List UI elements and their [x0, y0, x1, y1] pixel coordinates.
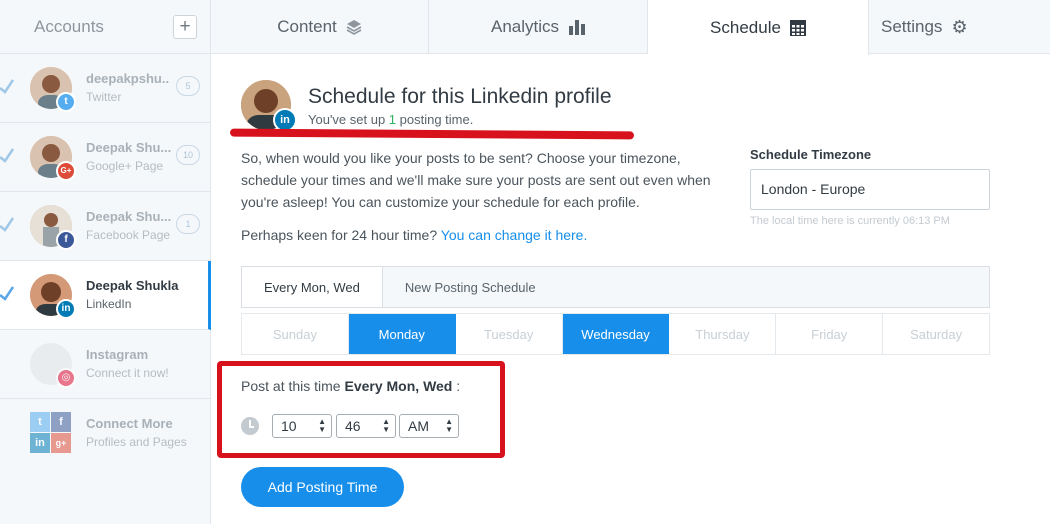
hour-select[interactable]: 10 ▲ ▼	[272, 414, 332, 438]
account-type: LinkedIn	[86, 297, 132, 311]
summary-suffix: posting time.	[396, 112, 474, 127]
google-plus-icon: g+	[51, 433, 71, 453]
queue-count-badge: 10	[176, 145, 200, 165]
tab-label: Content	[277, 17, 337, 36]
page-title: Schedule for this Linkedin profile	[308, 85, 612, 108]
tab-analytics[interactable]: Analytics	[429, 0, 648, 54]
account-name: Deepak Shukla	[86, 278, 179, 293]
account-item-facebook[interactable]: f Deepak Shu... Facebook Page 1	[0, 192, 210, 261]
facebook-icon: f	[51, 412, 71, 432]
day-saturday[interactable]: Saturday	[883, 314, 989, 354]
account-item-instagram[interactable]: ◎ Instagram Connect it now!	[0, 330, 210, 399]
add-posting-time-button[interactable]: Add Posting Time	[241, 467, 404, 507]
stepper-arrows-icon: ▲ ▼	[382, 417, 390, 434]
day-sunday[interactable]: Sunday	[242, 314, 349, 354]
queue-count-badge: 1	[176, 214, 200, 234]
connect-more-item[interactable]: t f in g+ Connect More Profiles and Page…	[0, 399, 210, 468]
change-time-format-link[interactable]: You can change it here.	[441, 227, 588, 243]
accounts-sidebar: Accounts + t deepakpshu.. Twitter 5 G+ D…	[0, 0, 211, 524]
app: Accounts + t deepakpshu.. Twitter 5 G+ D…	[0, 0, 1050, 524]
day-wednesday[interactable]: Wednesday	[562, 314, 670, 354]
tab-settings[interactable]: Settings ⚙	[869, 0, 1050, 54]
tab-label: Analytics	[490, 17, 560, 36]
posting-times-count: 1	[388, 112, 397, 127]
account-type: Google+ Page	[86, 159, 164, 173]
layers-icon	[346, 20, 362, 35]
post-schedule-name: Every Mon, Wed	[344, 378, 453, 394]
minute-value: 46	[345, 418, 361, 434]
add-account-button[interactable]: +	[173, 15, 197, 39]
sidebar-title: Accounts	[34, 16, 104, 36]
tab-label: Schedule	[710, 17, 781, 37]
queue-count-badge: 5	[176, 76, 200, 96]
account-item-google-plus[interactable]: G+ Deepak Shu... Google+ Page 10	[0, 123, 210, 192]
account-name: Instagram	[86, 347, 149, 362]
day-tuesday[interactable]: Tuesday	[456, 314, 563, 354]
schedule-tab-new[interactable]: New Posting Schedule	[383, 267, 558, 307]
stepper-arrows-icon: ▲ ▼	[445, 417, 453, 434]
account-name: Deepak Shu...	[86, 209, 172, 224]
schedule-tab-every-mon-wed[interactable]: Every Mon, Wed	[242, 267, 383, 307]
gear-icon: ⚙	[951, 16, 968, 37]
social-networks-icon: t f in g+	[30, 412, 72, 454]
hint-text: Perhaps keen for 24 hour time?	[241, 227, 441, 243]
tab-label: Settings	[881, 17, 943, 36]
schedule-tabs: Every Mon, Wed New Posting Schedule	[241, 266, 990, 308]
post-suffix: :	[452, 378, 461, 394]
check-icon	[0, 148, 14, 163]
check-icon	[0, 286, 14, 301]
day-thursday[interactable]: Thursday	[669, 314, 777, 354]
bar-chart-icon	[569, 20, 586, 35]
local-time-note: The local time here is currently 06:13 P…	[750, 215, 950, 227]
linkedin-icon: in	[56, 299, 76, 319]
day-selector: Sunday Monday Tuesday Wednesday Thursday…	[241, 313, 990, 355]
account-type: Connect it now!	[86, 366, 169, 380]
calendar-icon	[789, 19, 806, 36]
schedule-intro-text: So, when would you like your posts to be…	[241, 150, 711, 210]
google-plus-icon: G+	[56, 161, 76, 181]
account-name: Deepak Shu...	[86, 140, 172, 155]
account-item-twitter[interactable]: t deepakpshu.. Twitter 5	[0, 54, 210, 123]
account-name: deepakpshu..	[86, 71, 170, 86]
account-type: Twitter	[86, 90, 122, 104]
check-icon	[0, 217, 14, 232]
sidebar-header: Accounts +	[0, 0, 210, 54]
tab-content[interactable]: Content	[211, 0, 429, 54]
minute-select[interactable]: 46 ▲ ▼	[336, 414, 396, 438]
day-monday[interactable]: Monday	[348, 314, 456, 354]
account-type: Facebook Page	[86, 228, 171, 242]
annotation-box	[217, 361, 505, 458]
annotation-underline	[229, 128, 635, 140]
hour-value: 10	[281, 418, 297, 434]
account-item-linkedin[interactable]: in Deepak Shukla LinkedIn	[0, 261, 211, 330]
timezone-input[interactable]: London - Europe	[750, 169, 990, 210]
main-tabs: Content Analytics Schedule Settings ⚙	[211, 0, 1050, 55]
day-friday[interactable]: Friday	[776, 314, 884, 354]
check-icon	[0, 79, 14, 94]
facebook-icon: f	[56, 230, 76, 250]
timezone-label: Schedule Timezone	[750, 147, 872, 162]
linkedin-icon: in	[30, 433, 50, 453]
summary-prefix: You've set up	[308, 112, 389, 127]
clock-icon	[241, 417, 259, 435]
post-time-label: Post at this time Every Mon, Wed :	[241, 378, 460, 394]
ampm-select[interactable]: AM ▲ ▼	[399, 414, 459, 438]
time-format-hint: Perhaps keen for 24 hour time? You can c…	[241, 227, 587, 243]
account-type: Profiles and Pages	[86, 435, 187, 449]
ampm-value: AM	[408, 418, 429, 434]
instagram-icon: ◎	[56, 368, 76, 388]
post-prefix: Post at this time	[241, 378, 345, 394]
twitter-icon: t	[30, 412, 50, 432]
tab-schedule[interactable]: Schedule	[648, 0, 869, 55]
posting-times-summary: You've set up 1 posting time.	[308, 112, 473, 127]
account-name: Connect More	[86, 416, 173, 431]
stepper-arrows-icon: ▲ ▼	[318, 417, 326, 434]
twitter-icon: t	[56, 92, 76, 112]
